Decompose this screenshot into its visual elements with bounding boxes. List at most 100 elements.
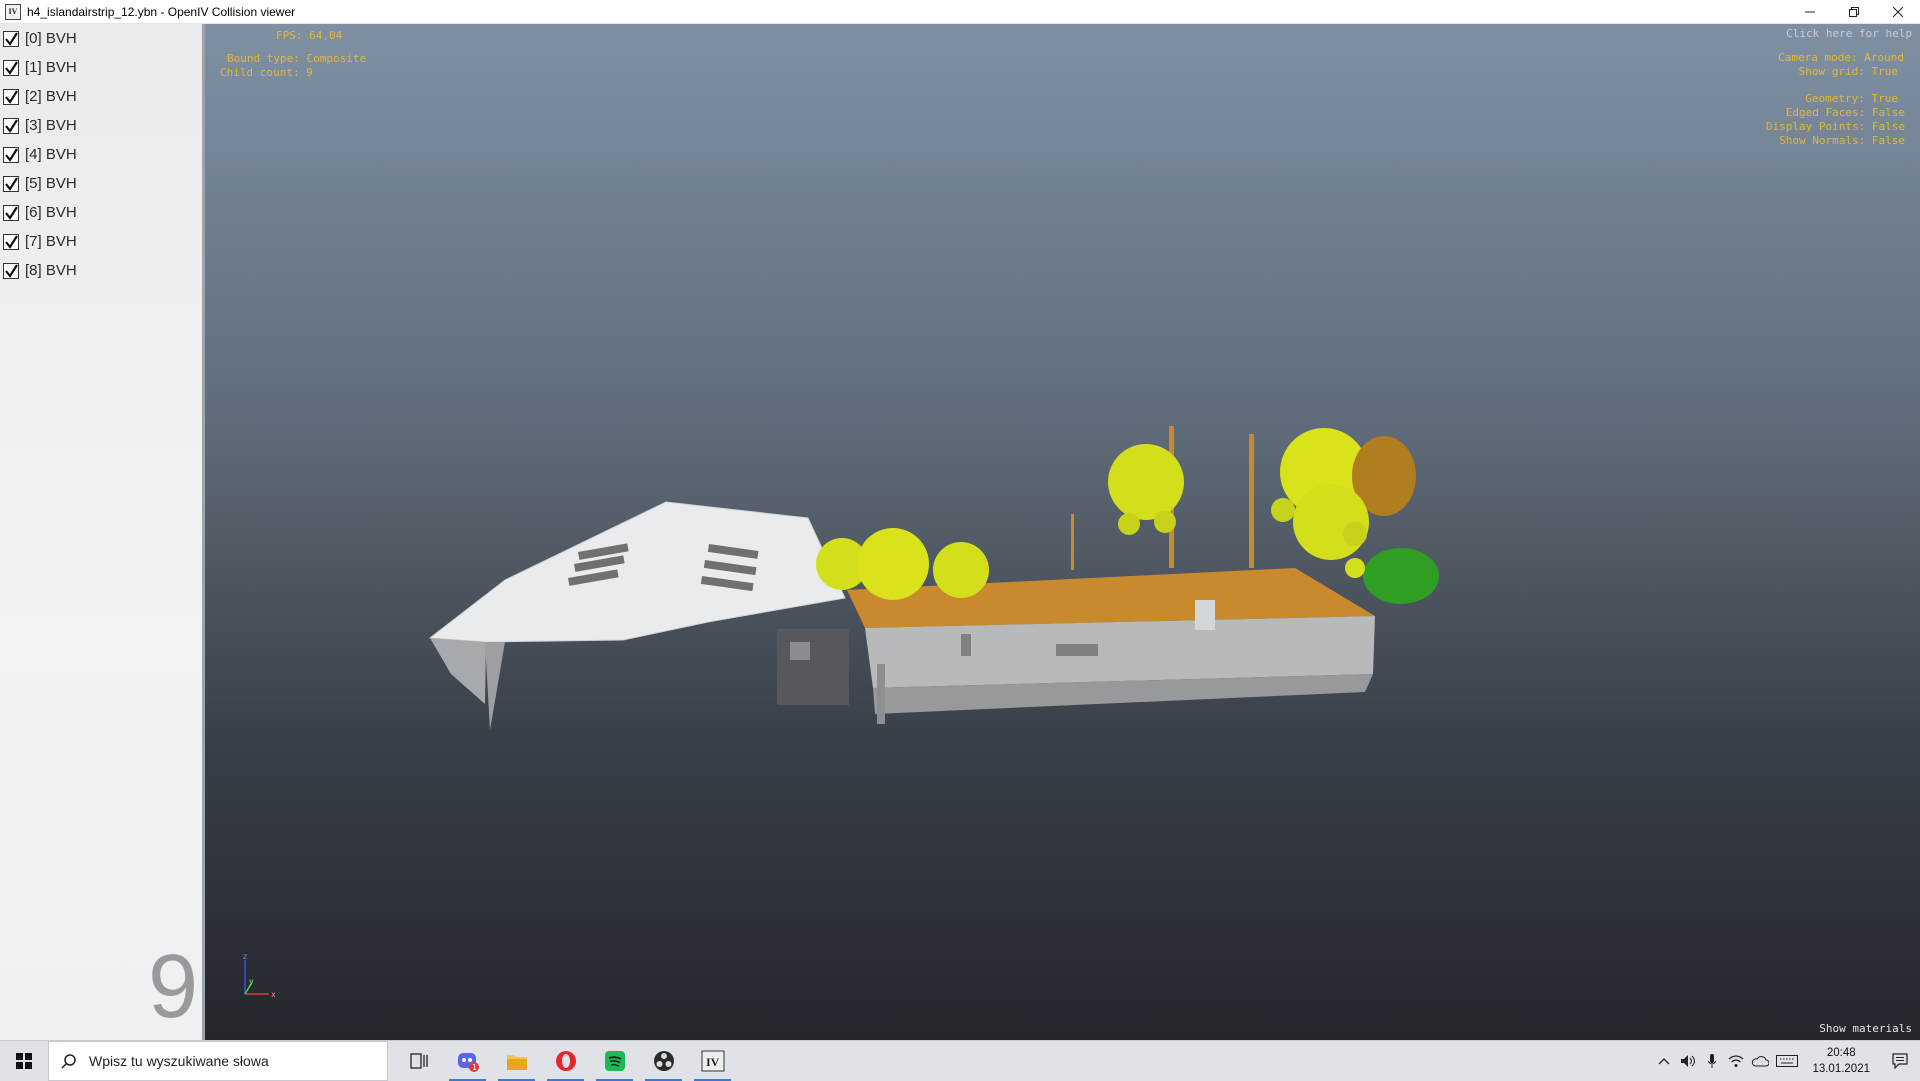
discord-taskbar-button[interactable]: 1 bbox=[443, 1041, 492, 1081]
checkmark-icon bbox=[5, 118, 18, 133]
axis-gizmo: z y x bbox=[243, 954, 276, 999]
help-link[interactable]: Click here for help bbox=[1786, 27, 1912, 40]
bvh-checkbox[interactable] bbox=[3, 117, 19, 134]
chevron-up-icon bbox=[1658, 1058, 1670, 1065]
show-hidden-icons-button[interactable] bbox=[1652, 1041, 1676, 1081]
show-grid-toggle[interactable]: Show grid: True bbox=[1799, 65, 1898, 78]
network-button[interactable] bbox=[1724, 1041, 1748, 1081]
restore-button[interactable] bbox=[1832, 0, 1876, 23]
system-tray: 20:48 13.01.2021 bbox=[1652, 1041, 1920, 1081]
checkmark-icon bbox=[5, 147, 18, 162]
keyboard-icon bbox=[1776, 1055, 1799, 1067]
checkmark-icon bbox=[5, 234, 18, 249]
bvh-checkbox[interactable] bbox=[3, 146, 19, 163]
task-view-button[interactable] bbox=[394, 1041, 443, 1081]
search-icon bbox=[61, 1054, 76, 1069]
bvh-checkbox[interactable] bbox=[3, 30, 19, 47]
tree-item-bvh-1[interactable]: [1] BVH bbox=[0, 53, 202, 82]
openiv-icon: IV bbox=[701, 1050, 724, 1072]
bvh-checkbox[interactable] bbox=[3, 233, 19, 250]
obs-icon bbox=[653, 1051, 674, 1071]
checkmark-icon bbox=[5, 176, 18, 191]
checkmark-icon bbox=[5, 89, 18, 104]
microphone-icon bbox=[1708, 1054, 1717, 1068]
volume-button[interactable] bbox=[1676, 1041, 1700, 1081]
checkmark-icon bbox=[5, 205, 18, 220]
bvh-checkbox[interactable] bbox=[3, 59, 19, 76]
camera-mode-toggle[interactable]: Camera mode: Around bbox=[1778, 51, 1904, 64]
bvh-checkbox[interactable] bbox=[3, 262, 19, 279]
minimize-icon bbox=[1805, 11, 1815, 12]
checkmark-icon bbox=[5, 263, 18, 278]
checkmark-icon bbox=[5, 31, 18, 46]
tree-item-label: [7] BVH bbox=[25, 233, 77, 250]
collision-model-render bbox=[428, 426, 1439, 730]
tree-item-bvh-7[interactable]: [7] BVH bbox=[0, 227, 202, 256]
tree-item-label: [0] BVH bbox=[25, 30, 77, 47]
start-button[interactable] bbox=[0, 1041, 48, 1081]
file-explorer-icon bbox=[506, 1055, 527, 1070]
action-center-button[interactable] bbox=[1880, 1041, 1920, 1081]
tree-item-label: [4] BVH bbox=[25, 146, 77, 163]
spotify-button[interactable] bbox=[590, 1041, 639, 1081]
svg-text:1: 1 bbox=[472, 1063, 477, 1072]
tree-item-bvh-4[interactable]: [4] BVH bbox=[0, 140, 202, 169]
display-points-toggle[interactable]: Display Points: False bbox=[1766, 120, 1905, 133]
openiv-app-icon: IV bbox=[5, 3, 21, 20]
child-count-indicator: 9 bbox=[148, 937, 199, 1037]
show-normals-toggle[interactable]: Show Normals: False bbox=[1779, 134, 1905, 147]
spotify-icon bbox=[604, 1051, 625, 1071]
task-view-icon bbox=[409, 1053, 428, 1069]
child-count-label: Child count: 9 bbox=[220, 66, 313, 79]
notification-icon bbox=[1892, 1053, 1908, 1069]
bvh-checkbox[interactable] bbox=[3, 175, 19, 192]
restore-icon bbox=[1849, 6, 1859, 17]
fps-readout: FPS: 64,04 bbox=[276, 29, 343, 42]
wifi-icon bbox=[1729, 1055, 1744, 1067]
bound-type-label: Bound type: Composite bbox=[227, 52, 367, 65]
obs-button[interactable] bbox=[639, 1041, 688, 1081]
windows-logo-icon bbox=[16, 1053, 32, 1069]
tree-item-bvh-5[interactable]: [5] BVH bbox=[0, 169, 202, 198]
opera-icon bbox=[555, 1051, 576, 1071]
clock-time: 20:48 bbox=[1826, 1047, 1856, 1059]
opera-button[interactable] bbox=[541, 1041, 590, 1081]
tree-item-bvh-6[interactable]: [6] BVH bbox=[0, 198, 202, 227]
tree-item-bvh-3[interactable]: [3] BVH bbox=[0, 111, 202, 140]
title-bar[interactable]: IV h4_islandairstrip_12.ybn - OpenIV Col… bbox=[0, 0, 1920, 24]
svg-text:y: y bbox=[249, 977, 254, 986]
discord-icon: 1 bbox=[457, 1053, 479, 1072]
close-button[interactable] bbox=[1876, 0, 1920, 23]
bvh-checkbox[interactable] bbox=[3, 204, 19, 221]
tree-item-label: [5] BVH bbox=[25, 175, 77, 192]
taskbar-clock[interactable]: 20:48 13.01.2021 bbox=[1802, 1045, 1880, 1077]
microphone-button[interactable] bbox=[1700, 1041, 1724, 1081]
collision-viewport[interactable]: FPS: 64,04 Bound type: Composite Child c… bbox=[205, 24, 1920, 1040]
keyboard-layout-button[interactable] bbox=[1772, 1041, 1802, 1081]
edged-faces-toggle[interactable]: Edged Faces: False bbox=[1786, 106, 1905, 119]
tree-item-bvh-8[interactable]: [8] BVH bbox=[0, 256, 202, 285]
tree-item-bvh-2[interactable]: [2] BVH bbox=[0, 82, 202, 111]
checkmark-icon bbox=[5, 60, 18, 75]
onedrive-button[interactable] bbox=[1748, 1041, 1772, 1081]
geometry-toggle[interactable]: Geometry: True bbox=[1805, 92, 1898, 105]
close-icon bbox=[1893, 6, 1903, 17]
tree-item-label: [1] BVH bbox=[25, 59, 77, 76]
clock-date: 13.01.2021 bbox=[1812, 1063, 1870, 1075]
cloud-icon bbox=[1752, 1056, 1770, 1067]
show-materials-button[interactable]: Show materials bbox=[1819, 1022, 1912, 1035]
tree-item-label: [3] BVH bbox=[25, 117, 77, 134]
tree-item-label: [2] BVH bbox=[25, 88, 77, 105]
taskbar-search-box[interactable]: Wpisz tu wyszukiwane słowa bbox=[48, 1041, 388, 1081]
minimize-button[interactable] bbox=[1788, 0, 1832, 23]
svg-text:x: x bbox=[271, 990, 276, 999]
svg-text:IV: IV bbox=[706, 1055, 720, 1069]
window-title: h4_islandairstrip_12.ybn - OpenIV Collis… bbox=[27, 4, 296, 19]
tree-item-label: [8] BVH bbox=[25, 262, 77, 279]
windows-taskbar: Wpisz tu wyszukiwane słowa 1 IV 20:48 13… bbox=[0, 1040, 1920, 1081]
tree-item-bvh-0[interactable]: [0] BVH bbox=[0, 24, 202, 53]
bvh-checkbox[interactable] bbox=[3, 88, 19, 105]
file-explorer-button[interactable] bbox=[492, 1041, 541, 1081]
openiv-taskbar-button[interactable]: IV bbox=[688, 1041, 737, 1081]
search-placeholder: Wpisz tu wyszukiwane słowa bbox=[89, 1053, 269, 1069]
